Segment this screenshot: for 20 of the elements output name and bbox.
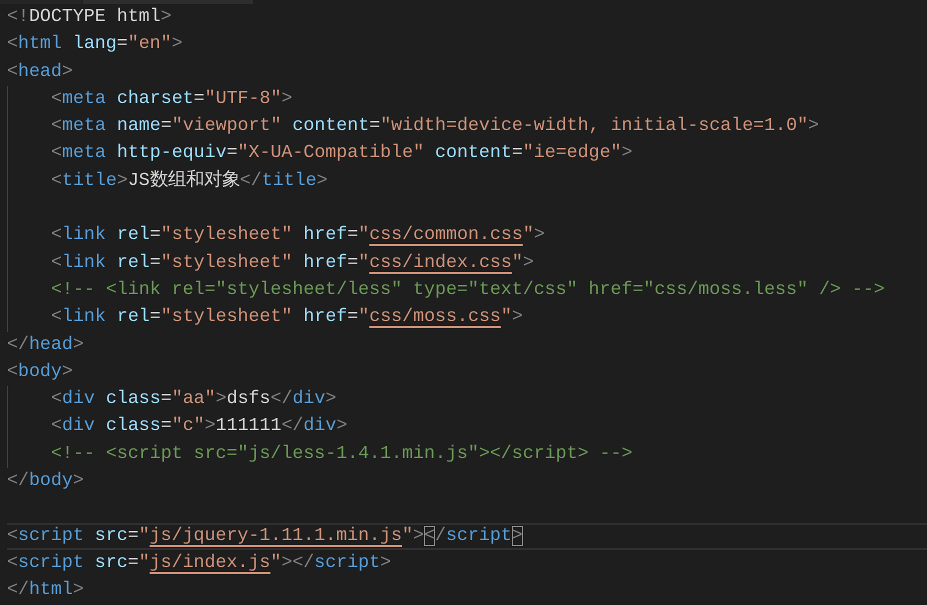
code-line: <head>: [7, 60, 73, 84]
code-line: <link rel="stylesheet" href="css/index.css">: [51, 252, 534, 275]
code-line: <title>JS数组和对象</title>: [51, 168, 328, 193]
code-line: <script src="js/jquery-1.11.1.min.js"></script>: [7, 524, 523, 548]
code-line: <meta http-equiv="X-UA-Compatible" content="ie=edge">: [51, 142, 633, 166]
code-line: </html>: [7, 579, 84, 602]
code-line: <link rel="stylesheet" href="css/moss.css">: [51, 306, 523, 330]
code-line: <div class="aa">dsfs</div>: [51, 388, 336, 412]
code-line: <meta name="viewport" content="width=device-width, initial-scale=1.0">: [51, 115, 820, 138]
code-line: <div class="c">111111</div>: [51, 415, 348, 438]
code-line: <!DOCTYPE html>: [7, 6, 172, 29]
code-line: <meta charset="UTF-8">: [51, 88, 292, 111]
code-line: <!-- <script src="js/less-1.4.1.min.js"></script> -->: [51, 442, 632, 466]
code-line: <html lang="en">: [7, 33, 183, 56]
code-line: <body>: [7, 360, 73, 384]
code-line: </body>: [7, 470, 84, 494]
code-line: <script src="js/index.js"></script>: [7, 552, 392, 575]
code-line: <!-- <link rel="stylesheet/less" type="text/css" href="css/moss.less" /> -->: [51, 278, 885, 302]
code-line: <link rel="stylesheet" href="css/common.css">: [51, 224, 545, 248]
code-line: </head>: [7, 334, 84, 357]
